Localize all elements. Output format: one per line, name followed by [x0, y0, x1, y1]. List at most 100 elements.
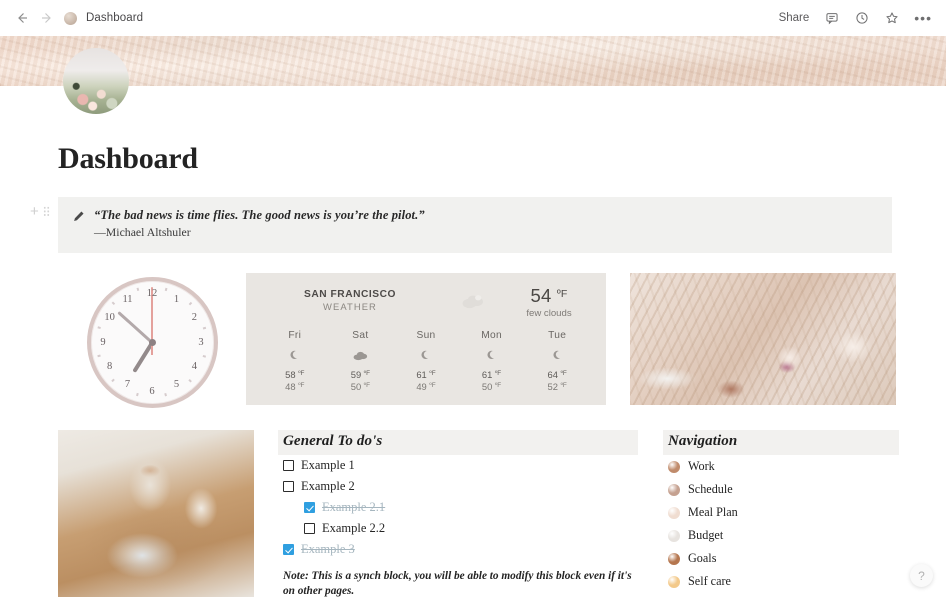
page-title[interactable]: Dashboard: [58, 86, 946, 176]
clock-numeral: 11: [122, 294, 133, 306]
forecast-day: Mon 61 ºF 50 ºF: [459, 330, 525, 392]
moon-icon: [524, 345, 590, 365]
forecast-day-name: Sun: [416, 330, 436, 341]
pen-icon: [72, 208, 85, 240]
moon-icon: [393, 345, 459, 365]
clock-numeral: 10: [104, 312, 115, 323]
clock-tick: [164, 287, 168, 292]
nav-item-label: Schedule: [688, 482, 733, 496]
clock-numeral: 2: [191, 312, 198, 323]
weather-temp-unit: ºF: [556, 288, 568, 300]
widgets-row-two: General To do's Example 1 Example 2 Exampl…: [58, 430, 946, 597]
nav-item-self-care[interactable]: Self care: [663, 570, 899, 593]
forecast-day-name: Tue: [548, 330, 567, 341]
forecast-day: Tue 64 ºF 52 ºF: [524, 330, 590, 392]
todo-heading: General To do's: [278, 430, 638, 455]
page-content: Dashboard + “The bad news is time flies.…: [0, 86, 946, 597]
top-bar-right-group: Share •••: [779, 11, 932, 26]
todo-item[interactable]: Example 2.2: [278, 518, 638, 539]
todo-checkbox[interactable]: [283, 481, 294, 492]
clock-numeral: 5: [173, 378, 180, 390]
quote-block-row: + “The bad news is time flies. The good …: [30, 197, 946, 253]
cover-image[interactable]: [0, 36, 946, 86]
weather-current-readout: 54 ºF few clouds: [508, 285, 590, 319]
weather-current-row: SAN FRANCISCO WEATHER 54 ºF few clouds: [262, 285, 590, 319]
drag-handle[interactable]: [42, 206, 50, 217]
clock-numeral: 6: [149, 385, 155, 397]
weather-forecast-row: Fri 58 ºF 48 ºF Sat 59 ºF 50 ºF Sun 61 ºF 49 ºF M…: [262, 330, 590, 392]
forecast-low: 49 ºF: [416, 381, 436, 392]
nav-page-icon: [668, 483, 680, 496]
clock-tick: [202, 326, 207, 330]
forecast-day-name: Mon: [481, 330, 502, 341]
forecast-low: 50 ºF: [481, 381, 502, 392]
forecast-high: 58 ºF: [285, 369, 305, 380]
page-body: Dashboard + “The bad news is time flies.…: [0, 48, 946, 597]
forecast-low: 52 ºF: [547, 381, 567, 392]
quote-callout[interactable]: “The bad news is time flies. The good ne…: [58, 197, 892, 253]
block-controls: +: [30, 204, 50, 219]
todo-checkbox[interactable]: [304, 523, 315, 534]
todo-checkbox[interactable]: [283, 460, 294, 471]
weather-widget[interactable]: SAN FRANCISCO WEATHER 54 ºF few clouds F…: [246, 273, 606, 405]
clock-minute-hand: [116, 310, 154, 344]
add-block-button[interactable]: +: [30, 204, 39, 219]
nav-item-budget[interactable]: Budget: [663, 524, 899, 547]
clock-tick: [202, 354, 207, 358]
nav-item-work[interactable]: Work: [663, 455, 899, 478]
forecast-day: Fri 58 ºF 48 ºF: [262, 330, 328, 392]
weather-subtitle: WEATHER: [323, 301, 377, 312]
avatar[interactable]: [63, 48, 129, 114]
clock-numeral: 1: [173, 294, 180, 306]
todo-item[interactable]: Example 2.1: [278, 497, 638, 518]
help-button[interactable]: ?: [910, 564, 933, 587]
nav-page-icon: [668, 552, 680, 565]
todo-item[interactable]: Example 3: [278, 539, 638, 560]
clock-tick: [188, 378, 193, 383]
todo-label: Example 3: [301, 542, 355, 556]
more-options-icon[interactable]: •••: [914, 11, 932, 25]
clock-numeral: 4: [191, 361, 198, 372]
todo-checkbox[interactable]: [283, 544, 294, 555]
quote-text: “The bad news is time flies. The good ne…: [94, 208, 425, 222]
share-button[interactable]: Share: [779, 12, 810, 24]
todo-item[interactable]: Example 2: [278, 476, 638, 497]
breadcrumb[interactable]: Dashboard: [86, 12, 143, 24]
clock-tick: [188, 301, 193, 306]
clock-numeral: 12: [146, 287, 158, 299]
nav-item-label: Work: [688, 459, 715, 473]
clock-numeral: 7: [124, 378, 131, 390]
page-favicon: [64, 11, 77, 25]
todo-label: Example 1: [301, 458, 355, 472]
forecast-high: 59 ºF: [350, 369, 371, 380]
forward-arrow-icon[interactable]: [39, 10, 55, 26]
todo-item[interactable]: Example 1: [278, 455, 638, 476]
nav-page-icon: [668, 575, 680, 588]
star-icon[interactable]: [884, 11, 899, 26]
moon-icon: [262, 345, 328, 365]
cloud-icon: [328, 345, 394, 365]
clock-numeral: 3: [198, 336, 204, 348]
clock-tick: [164, 392, 168, 397]
forecast-low: 50 ºF: [350, 381, 371, 392]
nav-item-meal-plan[interactable]: Meal Plan: [663, 501, 899, 524]
forecast-low: 48 ºF: [285, 381, 305, 392]
forecast-high: 64 ºF: [547, 369, 567, 380]
navigation-heading: Navigation: [663, 430, 899, 455]
nav-item-schedule[interactable]: Schedule: [663, 478, 899, 501]
breakfast-tray-photo[interactable]: [58, 430, 254, 597]
forecast-day-name: Sat: [352, 330, 369, 341]
dried-flowers-photo[interactable]: [630, 273, 896, 405]
comment-icon[interactable]: [824, 11, 839, 26]
nav-page-icon: [668, 506, 680, 519]
todo-note: Note: This is a synch block, you will be…: [283, 570, 632, 597]
todo-checkbox[interactable]: [304, 502, 315, 513]
forecast-high: 61 ºF: [416, 369, 436, 380]
back-arrow-icon[interactable]: [14, 10, 30, 26]
clock-tick: [136, 287, 140, 292]
weather-city: SAN FRANCISCO: [303, 289, 397, 300]
todo-label: Example 2.1: [322, 500, 386, 514]
quote-text-group: “The bad news is time flies. The good ne…: [94, 208, 425, 240]
history-clock-icon[interactable]: [854, 11, 869, 26]
nav-item-goals[interactable]: Goals: [663, 547, 899, 570]
